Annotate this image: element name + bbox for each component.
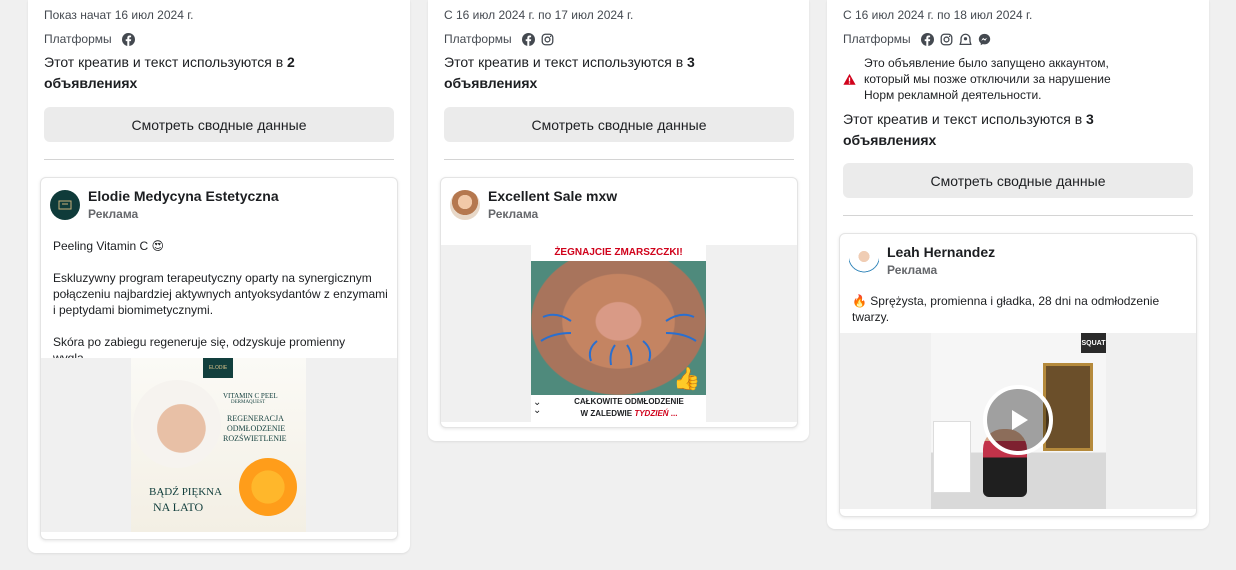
ad-header: Excellent Sale mxw Реклама	[450, 187, 617, 223]
image-headline-2: ODMŁODZENIE	[227, 424, 286, 433]
avatar[interactable]	[849, 246, 879, 276]
ad-preview: Elodie Medycyna Estetyczna Реклама Peeli…	[40, 177, 398, 540]
instagram-icon	[541, 33, 554, 46]
ad-page-name[interactable]: Elodie Medycyna Estetyczna	[88, 187, 279, 205]
avatar[interactable]	[450, 190, 480, 220]
usage-text: Этот креатив и текст используются в 3 объ…	[444, 52, 734, 94]
ad-image[interactable]: ŻEGNAJCIE ZMARSZCZKI! 👍 ⌄ ⌄ CAŁKOWITE ODM…	[531, 245, 706, 422]
face-photo	[133, 380, 221, 468]
wall-sign: SQUAT	[1081, 333, 1106, 353]
appliance	[933, 421, 971, 493]
image-headline-1: REGENERACJA	[227, 414, 284, 423]
chevron-down-icon: ⌄ ⌄	[533, 397, 542, 416]
thumbs-up-icon: 👍	[673, 366, 701, 391]
ad-image[interactable]: ELODIE VITAMIN C PEEL DERMAQUEST REGENER…	[131, 358, 306, 532]
usage-text: Этот креатив и текст используются в 3 объ…	[843, 109, 1133, 151]
divider	[44, 159, 394, 160]
facebook-icon	[920, 32, 934, 46]
image-bottom-2a: W ZALEDWIE	[580, 409, 635, 418]
ad-body-text: 🔥 Sprężysta, promienna i gładka, 28 dni …	[852, 294, 1160, 324]
facebook-icon	[121, 32, 135, 46]
ad-run-date: С 16 июл 2024 г. по 17 июл 2024 г.	[444, 8, 634, 22]
platforms-label: Платформы	[444, 32, 512, 46]
usage-prefix: Этот креатив и текст используются в	[44, 54, 288, 70]
ad-media-area: SQUAT	[840, 333, 1196, 509]
orange-slice	[239, 458, 297, 516]
instagram-icon	[940, 33, 953, 46]
usage-count: 3	[687, 54, 695, 70]
ad-body-text: Peeling Vitamin C 😍 Eskluzywny program t…	[53, 239, 388, 365]
image-footer-2: NA LATO	[153, 500, 204, 514]
divider	[444, 159, 794, 160]
ad-page-name[interactable]: Leah Hernandez	[887, 243, 995, 261]
ad-preview: Excellent Sale mxw Реклама ŻEGNAJCIE ZMA…	[440, 177, 798, 428]
image-bottom-text-2: W ZALEDWIE TYDZIEŃ ...	[549, 409, 706, 418]
usage-prefix: Этот креатив и текст используются в	[444, 54, 688, 70]
view-summary-button[interactable]: Смотреть сводные данные	[444, 107, 794, 142]
sponsored-label: Реклама	[887, 263, 938, 277]
ad-media-area: ELODIE VITAMIN C PEEL DERMAQUEST REGENER…	[41, 358, 397, 532]
image-headline-3: ROZŚWIETLENIE	[223, 434, 287, 443]
usage-suffix: объявлениях	[44, 75, 138, 91]
view-summary-button[interactable]: Смотреть сводные данные	[843, 163, 1193, 198]
usage-suffix: объявлениях	[444, 75, 538, 91]
platforms-label: Платформы	[843, 32, 911, 46]
image-bottom-2b: TYDZIEŃ	[634, 409, 669, 418]
divider	[843, 215, 1193, 216]
facebook-icon	[521, 32, 535, 46]
platforms-row: Платформы	[444, 32, 554, 46]
platforms-row: Платформы	[843, 32, 991, 46]
ad-run-date: С 16 июл 2024 г. по 18 июл 2024 г.	[843, 8, 1033, 22]
warning-notice: Это объявление было запущено аккаунтом, …	[843, 55, 1134, 103]
sponsored-label: Реклама	[488, 207, 539, 221]
view-summary-button[interactable]: Смотреть сводные данные	[44, 107, 394, 142]
ad-card-3: С 16 июл 2024 г. по 18 июл 2024 г. Платф…	[827, 0, 1209, 529]
ad-header: Leah Hernandez Реклама	[849, 243, 995, 279]
sponsored-label: Реклама	[88, 207, 139, 221]
play-icon[interactable]	[983, 385, 1053, 455]
ad-card-1: Показ начат 16 июл 2024 г. Платформы Это…	[28, 0, 410, 553]
image-footer-1: BĄDŹ PIĘKNA	[149, 486, 223, 498]
ad-media-area: ŻEGNAJCIE ZMARSZCZKI! 👍 ⌄ ⌄ CAŁKOWITE ODM…	[441, 245, 797, 422]
image-line-1: VITAMIN C PEEL	[223, 392, 278, 400]
image-bottom-text-1: CAŁKOWITE ODMŁODZENIE	[574, 397, 684, 406]
ad-header: Elodie Medycyna Estetyczna Реклама	[50, 187, 279, 223]
usage-count: 3	[1086, 111, 1094, 127]
ad-video-thumbnail[interactable]: SQUAT	[931, 333, 1106, 509]
warning-icon	[843, 73, 856, 86]
avatar[interactable]	[50, 190, 80, 220]
usage-suffix: объявлениях	[843, 132, 937, 148]
brand-logo: ELODIE	[203, 358, 233, 378]
messenger-icon	[978, 33, 991, 46]
image-top-text: ŻEGNAJCIE ZMARSZCZKI!	[554, 247, 683, 258]
platforms-label: Платформы	[44, 32, 112, 46]
usage-prefix: Этот креатив и текст используются в	[843, 111, 1087, 127]
usage-count: 2	[287, 54, 295, 70]
ad-preview: Leah Hernandez Реклама 🔥 Sprężysta, prom…	[839, 233, 1197, 517]
audience-network-icon	[959, 33, 972, 46]
ad-card-2: С 16 июл 2024 г. по 17 июл 2024 г. Платф…	[428, 0, 809, 441]
image-line-2: DERMAQUEST	[231, 400, 266, 405]
ad-run-date: Показ начат 16 июл 2024 г.	[44, 8, 194, 22]
usage-text: Этот креатив и текст используются в 2 объ…	[44, 52, 334, 94]
image-bottom-2c: ...	[668, 409, 678, 418]
platforms-row: Платформы	[44, 32, 135, 46]
ad-page-name[interactable]: Excellent Sale mxw	[488, 187, 617, 205]
warning-text: Это объявление было запущено аккаунтом, …	[864, 56, 1111, 102]
